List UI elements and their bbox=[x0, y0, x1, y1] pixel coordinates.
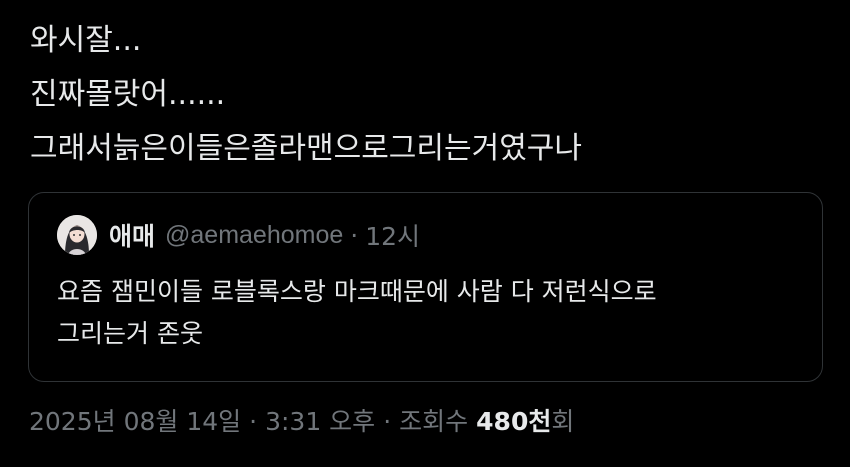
quoted-tweet-line-2: 그리는거 존웃 bbox=[57, 319, 203, 348]
separator-dot: · bbox=[350, 220, 359, 250]
quoted-author-name[interactable]: 애매 bbox=[109, 217, 155, 253]
views-label: 조회수 bbox=[399, 407, 469, 436]
avatar[interactable] bbox=[57, 215, 97, 255]
quoted-tweet-body: 요즘 잼민이들 로블록스랑 마크때문에 사람 다 저런식으로 그리는거 존웃 bbox=[57, 271, 797, 355]
quoted-tweet-time[interactable]: 12시 bbox=[365, 217, 420, 253]
quoted-tweet-card[interactable]: 애매 @aemaehomoe · 12시 요즘 잼민이들 로블록스랑 마크때문에… bbox=[28, 192, 823, 382]
tweet-meta: 2025년 08월 14일 · 3:31 오후 · 조회수 480천 회 bbox=[29, 402, 574, 438]
views-count: 480천 bbox=[476, 407, 552, 436]
tweet-text-line-2: 진짜몰랏어...... bbox=[30, 77, 226, 112]
views-suffix: 회 bbox=[551, 407, 575, 436]
tweet-time[interactable]: 3:31 오후 bbox=[265, 402, 375, 438]
tweet-text-line-1: 와시잘... bbox=[30, 23, 142, 58]
quoted-tweet-line-1: 요즘 잼민이들 로블록스랑 마크때문에 사람 다 저런식으로 bbox=[57, 277, 657, 306]
tweet-date[interactable]: 2025년 08월 14일 bbox=[29, 402, 241, 438]
quoted-tweet-header: 애매 @aemaehomoe · 12시 bbox=[57, 213, 420, 257]
separator-dot: · bbox=[383, 407, 392, 436]
tweet-text-line-3: 그래서늙은이들은졸라맨으로그리는거였구나 bbox=[30, 131, 582, 166]
tweet-text: 와시잘... 진짜몰랏어...... 그래서늙은이들은졸라맨으로그리는거였구나 bbox=[30, 14, 830, 176]
quoted-author-handle[interactable]: @aemaehomoe bbox=[165, 221, 343, 250]
profile-avatar-icon bbox=[57, 215, 97, 255]
separator-dot: · bbox=[249, 407, 258, 436]
